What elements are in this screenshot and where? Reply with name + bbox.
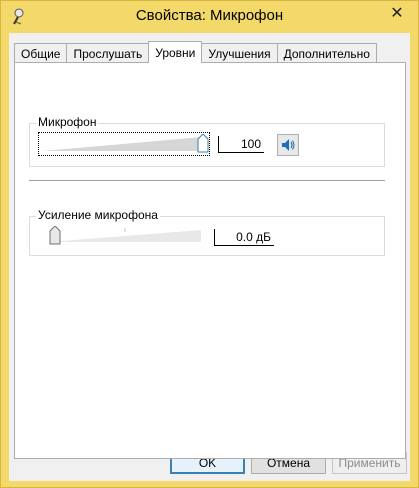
- tab-levels[interactable]: Уровни: [148, 41, 203, 63]
- microphone-boost-label: Усиление микрофона: [36, 208, 160, 222]
- tab-strip: Общие Прослушать Уровни Улучшения Дополн…: [14, 41, 377, 63]
- microphone-level-value[interactable]: 100: [218, 136, 264, 153]
- boost-slider-thumb[interactable]: [49, 226, 61, 245]
- dialog-window: Свойства: Микрофон ✕ Общие Прослушать Ур…: [0, 0, 419, 488]
- boost-slider-track: [49, 228, 201, 242]
- tab-general[interactable]: Общие: [14, 43, 68, 63]
- microphone-group-label: Микрофон: [36, 115, 99, 129]
- microphone-group: Микрофон 100: [29, 115, 385, 167]
- tab-listen[interactable]: Прослушать: [66, 43, 150, 63]
- levels-panel: Микрофон 100 Усиление микрофона 0.0 дБ: [14, 62, 406, 459]
- dialog-client-area: Общие Прослушать Уровни Улучшения Дополн…: [9, 33, 410, 481]
- microphone-boost-group: Усиление микрофона 0.0 дБ: [29, 208, 385, 256]
- mute-button[interactable]: [277, 134, 299, 156]
- tab-enhancements[interactable]: Улучшения: [201, 43, 278, 63]
- title-bar[interactable]: Свойства: Микрофон ✕: [1, 1, 418, 33]
- microphone-level-slider[interactable]: [38, 132, 210, 156]
- tab-advanced[interactable]: Дополнительно: [276, 43, 377, 63]
- close-icon: ✕: [390, 5, 404, 22]
- window-title: Свойства: Микрофон: [135, 7, 284, 24]
- microphone-boost-slider[interactable]: [44, 223, 204, 247]
- microphone-slider-track: [43, 137, 203, 151]
- separator-line: [29, 180, 385, 181]
- microphone-boost-value[interactable]: 0.0 дБ: [214, 229, 274, 246]
- close-button[interactable]: ✕: [384, 3, 410, 23]
- microphone-slider-thumb[interactable]: [197, 134, 209, 153]
- speaker-icon: [282, 139, 295, 151]
